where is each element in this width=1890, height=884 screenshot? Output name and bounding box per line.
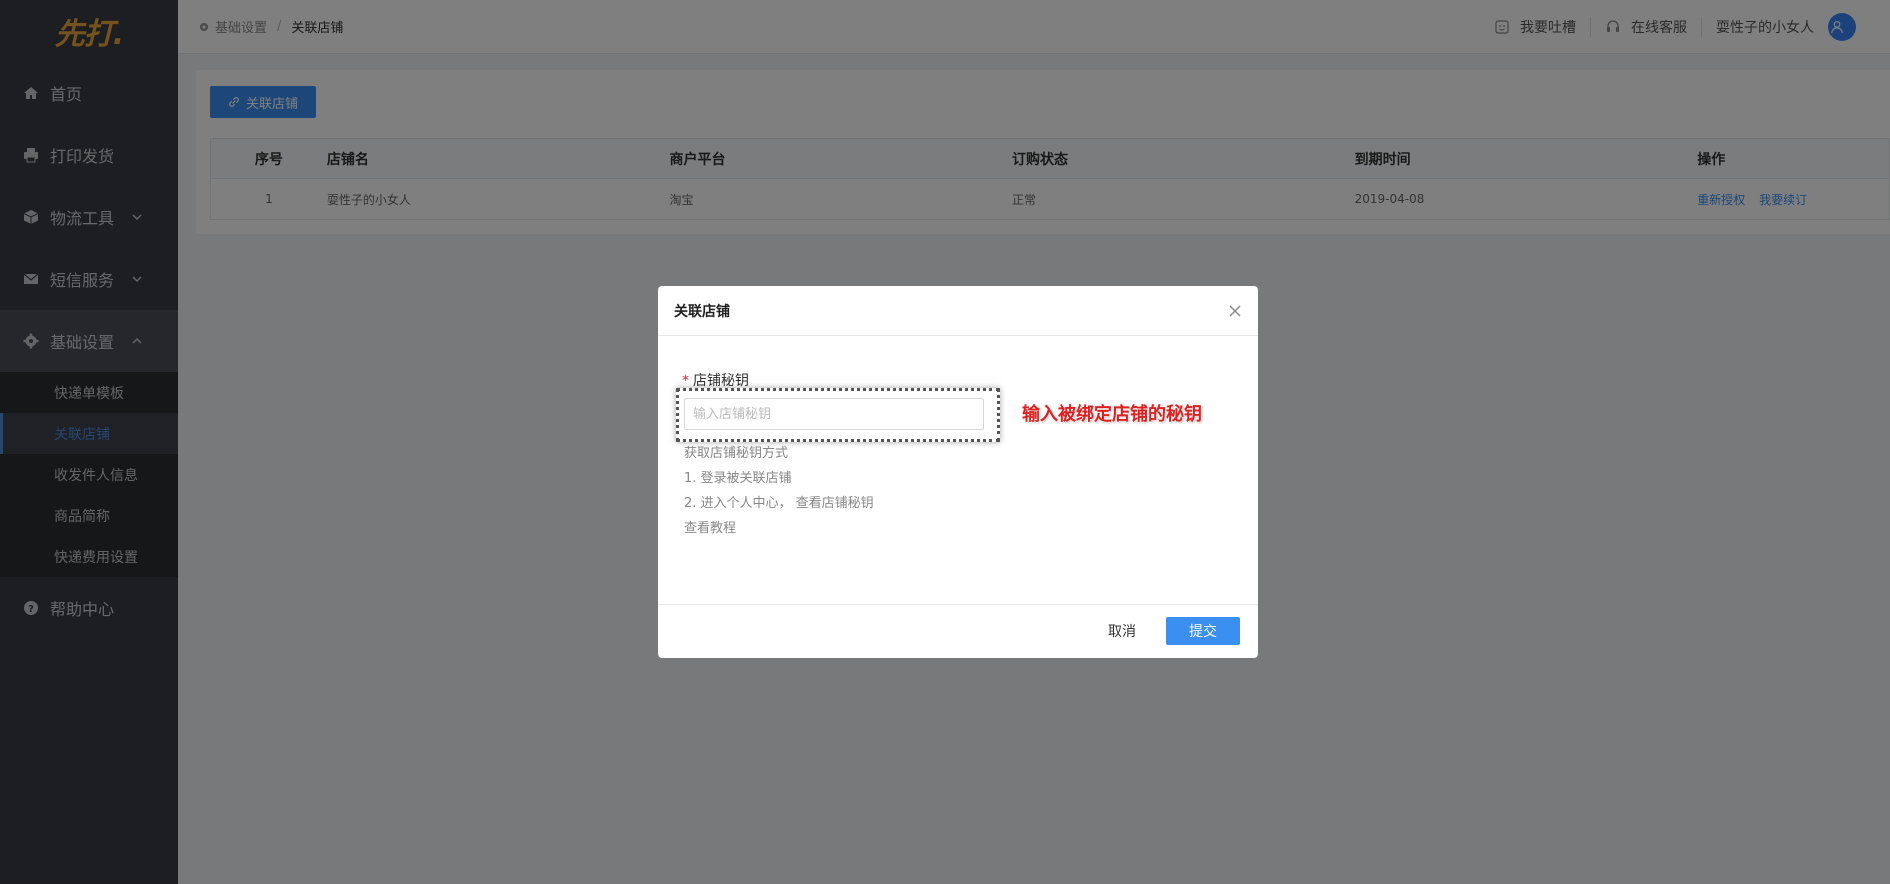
link-store-dialog: 关联店铺 *店铺秘钥 输入被绑定店铺的秘钥 获取店铺秘钥方式 1. 登录被关联店… <box>658 286 1258 658</box>
help-line: 获取店铺秘钥方式 <box>684 446 789 461</box>
required-marker: * <box>682 373 689 389</box>
dialog-header: 关联店铺 <box>658 286 1258 336</box>
annotation-text: 输入被绑定店铺的秘钥 <box>1022 404 1202 425</box>
tutorial-link[interactable]: 查看教程 <box>684 517 736 536</box>
cancel-button[interactable]: 取消 <box>1108 621 1136 641</box>
store-key-label-text: 店铺秘钥 <box>693 373 749 389</box>
store-key-input[interactable] <box>684 398 984 430</box>
close-icon[interactable] <box>1228 304 1242 318</box>
help-line: 1. 登录被关联店铺 <box>684 471 792 486</box>
dialog-footer: 取消 提交 <box>658 604 1258 656</box>
submit-button[interactable]: 提交 <box>1166 616 1240 645</box>
store-key-label: * 店铺秘钥 <box>682 370 749 390</box>
dialog-body: *店铺秘钥 输入被绑定店铺的秘钥 获取店铺秘钥方式 1. 登录被关联店铺 2. … <box>658 336 1258 604</box>
help-line: 2. 进入个人中心， 查看店铺秘钥 <box>684 496 874 511</box>
dialog-title: 关联店铺 <box>674 303 730 320</box>
